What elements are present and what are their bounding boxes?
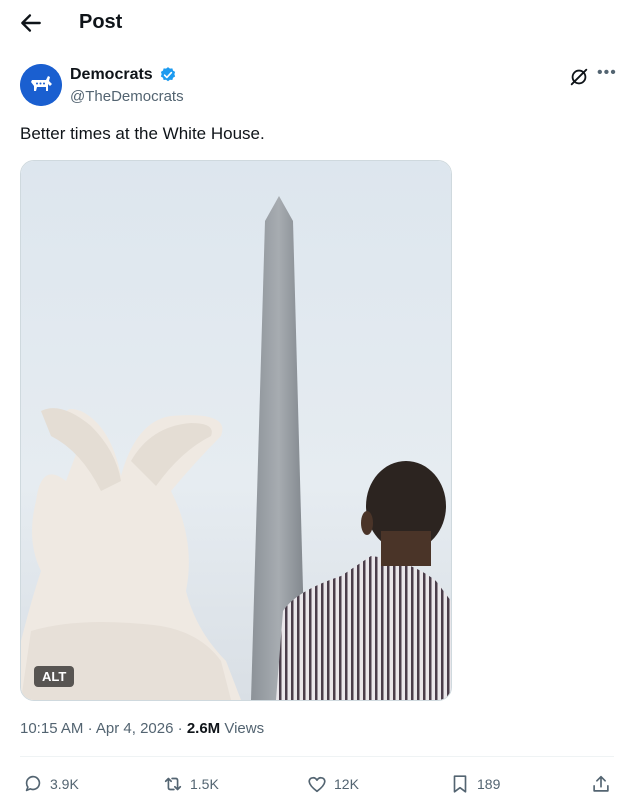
views-label: Views [224,720,265,737]
author-name[interactable]: Democrats [70,66,153,84]
back-arrow-icon[interactable] [18,10,44,36]
post-time[interactable]: 10:15 AM [20,720,83,737]
bookmark-icon [453,775,467,793]
action-bar: 3.9K 1.5K 12K 189 [0,768,634,800]
post-text: Better times at the White House. [20,124,265,143]
donkey-logo-icon [20,64,62,106]
meta-separator: · [177,720,187,737]
photo-monument-bunny [21,161,451,700]
divider [20,756,614,757]
grok-icon[interactable] [568,66,590,88]
reply-icon [25,775,41,792]
reply-button[interactable]: 3.9K [22,768,79,800]
author-handle[interactable]: @TheDemocrats [70,88,184,105]
repost-icon [164,777,182,791]
like-icon [308,776,326,793]
like-count: 12K [334,776,359,792]
share-button[interactable] [590,768,612,800]
post-image[interactable]: ALT [20,160,452,701]
repost-button[interactable]: 1.5K [162,768,219,800]
like-button[interactable]: 12K [306,768,359,800]
reply-count: 3.9K [50,776,79,792]
verified-badge-icon[interactable] [159,66,177,84]
page-title: Post [79,11,123,33]
alt-badge[interactable]: ALT [34,666,75,687]
avatar[interactable] [20,64,62,106]
post-meta: 10:15 AM · Apr 4, 2026 · 2.6M Views [20,720,264,737]
bookmark-button[interactable]: 189 [449,768,500,800]
more-icon[interactable]: ••• [597,64,617,82]
bookmark-count: 189 [477,776,501,792]
top-bar: Post [0,0,634,50]
post-date[interactable]: Apr 4, 2026 [96,720,174,737]
repost-count: 1.5K [190,776,219,792]
meta-separator: · [87,720,96,737]
views-count: 2.6M [186,720,221,737]
share-icon [593,775,609,792]
